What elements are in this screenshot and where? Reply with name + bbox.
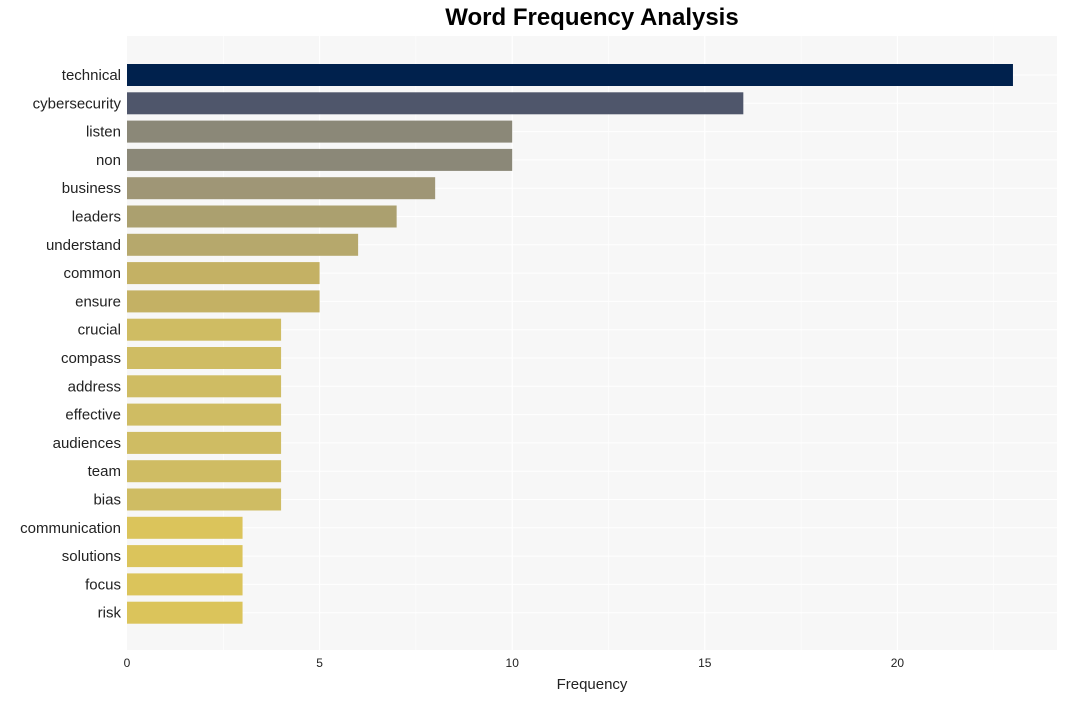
y-label-address: address xyxy=(68,378,121,395)
bar-bias xyxy=(127,488,282,511)
bar-effective xyxy=(127,403,282,426)
bar-common xyxy=(127,262,320,285)
y-label-effective: effective xyxy=(65,407,121,424)
bar-compass xyxy=(127,347,282,369)
y-label-compass: compass xyxy=(61,350,121,367)
y-label-technical: technical xyxy=(62,67,121,84)
bar-solutions xyxy=(127,545,243,568)
y-label-risk: risk xyxy=(98,605,122,622)
bar-understand xyxy=(127,233,359,256)
x-tick-label: 20 xyxy=(891,656,905,670)
bar-listen xyxy=(127,120,513,143)
bar-crucial xyxy=(127,318,282,341)
y-label-communication: communication xyxy=(20,520,121,537)
x-tick-label: 15 xyxy=(698,656,712,670)
y-label-non: non xyxy=(96,152,121,169)
y-label-crucial: crucial xyxy=(78,322,121,339)
y-label-business: business xyxy=(62,180,121,197)
bar-team xyxy=(127,460,282,483)
bar-non xyxy=(127,148,513,171)
y-label-listen: listen xyxy=(86,124,121,141)
bar-chart: technical cybersecurity listen non business l… xyxy=(20,36,1057,693)
y-label-understand: understand xyxy=(46,237,121,254)
x-tick-label: 10 xyxy=(506,656,520,670)
bar-business xyxy=(127,177,436,200)
bar-address xyxy=(127,375,282,398)
y-axis-labels: technical cybersecurity listen non business l… xyxy=(20,67,121,622)
y-label-cybersecurity: cybersecurity xyxy=(33,95,122,112)
x-axis-ticks: 0 5 10 15 20 xyxy=(124,656,905,670)
y-label-audiences: audiences xyxy=(53,435,121,452)
x-tick-label: 0 xyxy=(124,656,131,670)
bar-ensure xyxy=(127,290,320,313)
y-label-ensure: ensure xyxy=(75,293,121,310)
y-label-team: team xyxy=(88,463,121,480)
bar-audiences xyxy=(127,431,282,454)
bar-technical xyxy=(127,64,1013,86)
bar-cybersecurity xyxy=(127,92,744,115)
x-axis-label: Frequency xyxy=(557,676,628,693)
x-tick-label: 5 xyxy=(316,656,323,670)
bar-focus xyxy=(127,573,243,596)
bar-risk xyxy=(127,601,243,624)
y-label-solutions: solutions xyxy=(62,548,121,565)
y-label-bias: bias xyxy=(93,492,121,509)
bar-leaders xyxy=(127,205,397,228)
y-label-focus: focus xyxy=(85,576,121,593)
y-label-leaders: leaders xyxy=(72,209,121,226)
bar-communication xyxy=(127,516,243,539)
y-label-common: common xyxy=(63,265,121,282)
